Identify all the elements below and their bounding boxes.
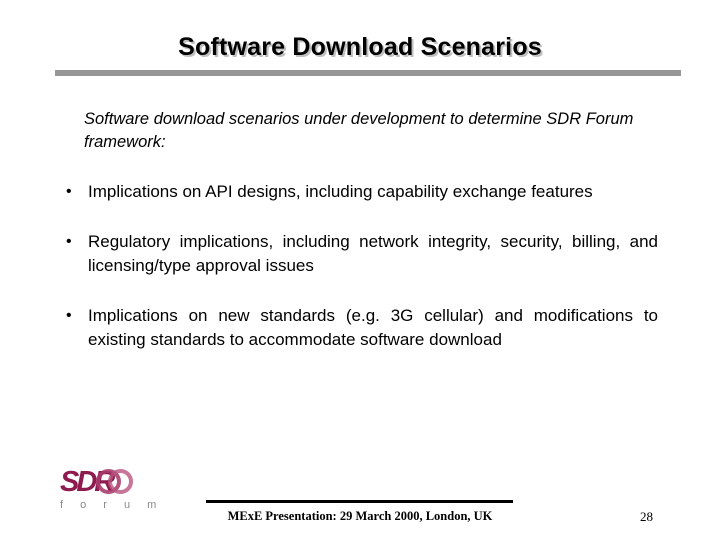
list-item: • Regulatory implications, including net… (0, 230, 720, 278)
list-item-text: Implications on new standards (e.g. 3G c… (88, 306, 658, 349)
logo-wordmark: SDR (60, 468, 190, 496)
list-item: • Implications on API designs, including… (0, 180, 720, 204)
title-divider (55, 70, 681, 76)
page-title: Software Download Scenarios (178, 33, 542, 61)
page-number: 28 (640, 509, 653, 524)
sdr-forum-logo: SDR f o r u m (60, 468, 190, 516)
list-item: • Implications on new standards (e.g. 3G… (0, 304, 720, 352)
footer-divider (206, 500, 513, 503)
slide-footer: SDR f o r u m MExE Presentation: 29 Marc… (0, 460, 720, 540)
bullet-dot-icon: • (66, 307, 72, 324)
intro-paragraph: Software download scenarios under develo… (84, 110, 634, 151)
bullet-list: • Implications on API designs, including… (0, 180, 720, 352)
list-item-text: Implications on API designs, including c… (88, 182, 593, 201)
bullet-dot-icon: • (66, 233, 72, 250)
logo-ring-secondary-icon (108, 469, 133, 494)
bullet-dot-icon: • (66, 183, 72, 200)
footer-caption: MExE Presentation: 29 March 2000, London… (227, 509, 493, 523)
logo-subtitle: f o r u m (60, 499, 164, 511)
list-item-text: Regulatory implications, including netwo… (88, 232, 658, 275)
